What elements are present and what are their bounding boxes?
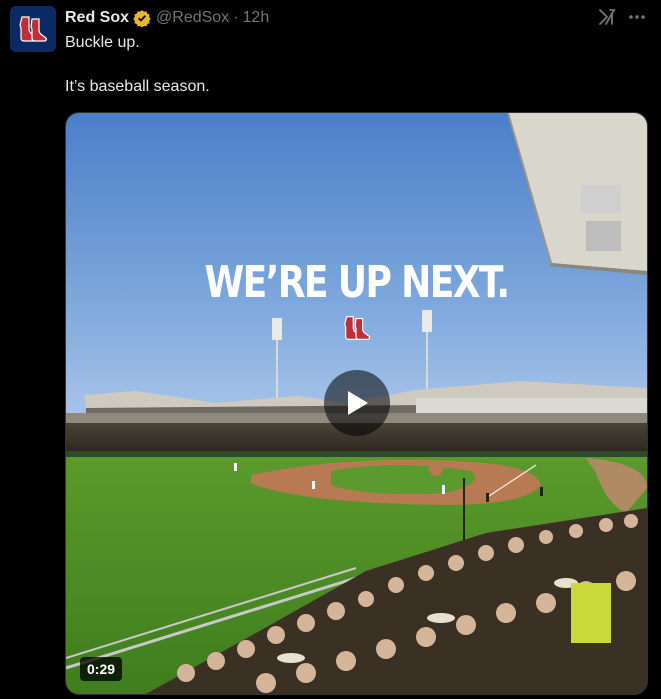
post-time[interactable]: 12h (243, 9, 270, 27)
account-handle[interactable]: @RedSox (156, 9, 229, 27)
play-button[interactable] (324, 370, 390, 436)
separator-dot: · (233, 9, 239, 26)
avatar[interactable] (10, 6, 56, 52)
video-player[interactable]: WE’RE UP NEXT. 0:29 (65, 112, 648, 695)
grok-icon[interactable] (598, 8, 616, 26)
verified-badge-icon[interactable] (133, 9, 151, 27)
tweet-text-line: It’s baseball season. (65, 78, 210, 95)
video-overlay-text: WE’RE UP NEXT. (204, 257, 511, 308)
red-sox-logo (19, 16, 47, 42)
play-icon (348, 391, 368, 415)
tweet-header: Red Sox @RedSox · 12h (65, 7, 269, 29)
account-name[interactable]: Red Sox (65, 9, 129, 27)
more-dots-icon[interactable] (626, 8, 648, 26)
red-sox-logo (344, 316, 371, 340)
tweet-text: Buckle up. It’s baseball season. (65, 32, 625, 98)
tweet[interactable]: Red Sox @RedSox · 12h Buckle up. It’s ba… (0, 0, 661, 699)
video-duration: 0:29 (80, 657, 123, 681)
tweet-text-line: Buckle up. (65, 34, 140, 51)
